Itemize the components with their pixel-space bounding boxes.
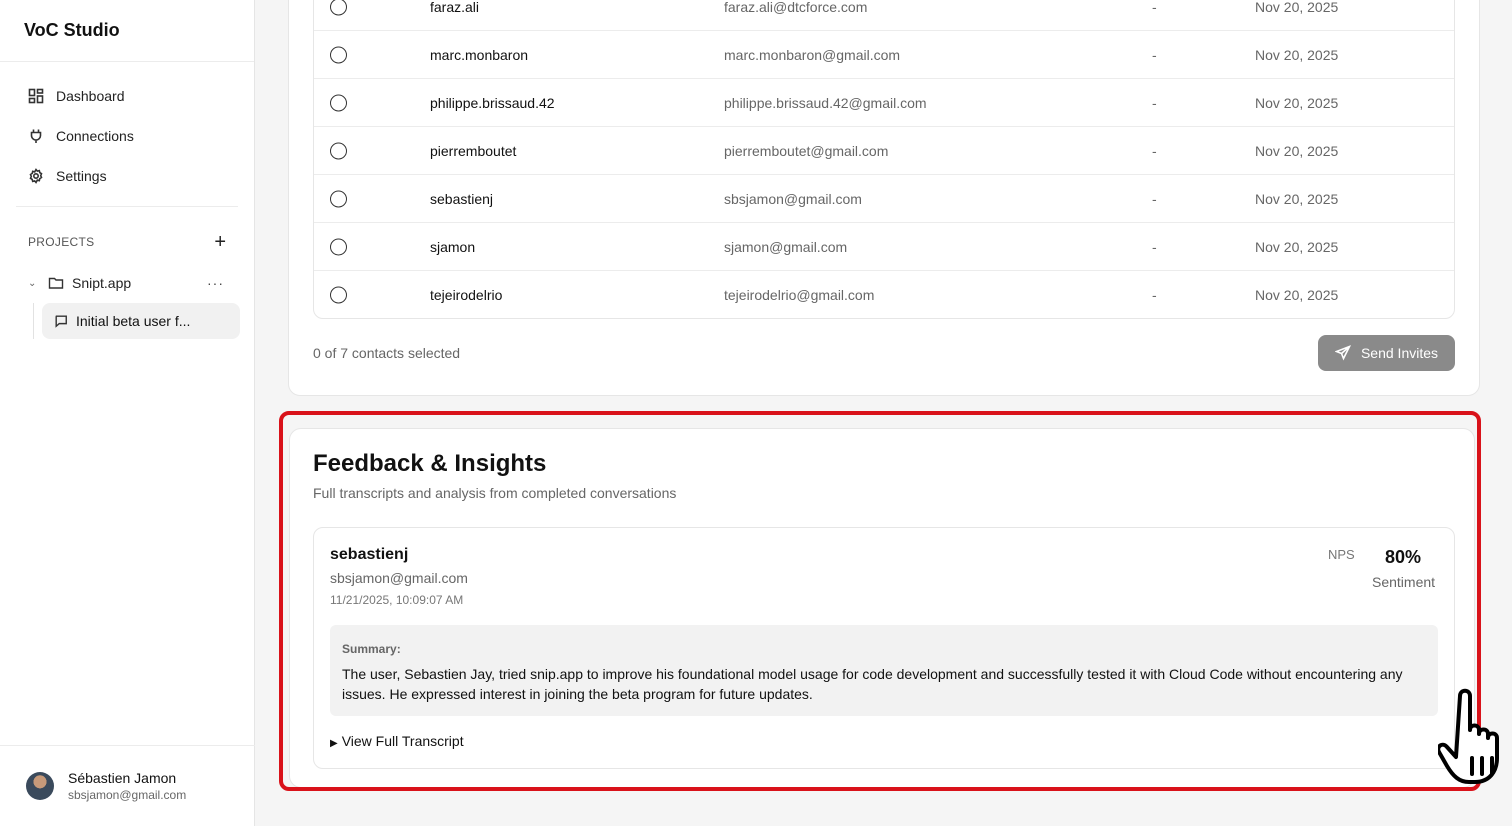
nav-label-connections: Connections [56,128,134,144]
hand-pointer-icon [1438,688,1499,784]
row-checkbox[interactable] [330,238,347,255]
table-row: sebastienj sbsjamon@gmail.com - Nov 20, … [314,175,1454,223]
contact-username: tejeirodelrio [430,287,503,303]
contacts-table: faraz.ali faraz.ali@dtcforce.com - Nov 2… [313,0,1455,319]
gear-icon [29,168,43,184]
contact-status: - [1152,0,1157,15]
table-row: philippe.brissaud.42 philippe.brissaud.4… [314,79,1454,127]
nav-label-dashboard: Dashboard [56,88,125,104]
projects-header: PROJECTS + [0,207,254,257]
folder-icon [48,277,64,289]
main-nav: Dashboard Connections Settings [16,62,238,207]
contact-status: - [1152,287,1157,303]
entry-timestamp: 11/21/2025, 10:09:07 AM [330,593,464,607]
row-checkbox[interactable] [330,46,347,63]
dashboard-icon [28,88,44,104]
contact-date: Nov 20, 2025 [1255,238,1339,255]
sentiment-label: Sentiment [1372,574,1436,590]
table-row: pierremboutet pierremboutet@gmail.com - … [314,127,1454,175]
send-icon [1334,345,1351,361]
campaign-item[interactable]: Initial beta user f... [42,303,240,339]
feedback-subtitle: Full transcripts and analysis from compl… [313,485,677,501]
nps-label: NPS [1328,547,1355,562]
nav-label-settings: Settings [56,168,107,184]
contact-email: marc.monbaron@gmail.com [724,46,901,63]
table-row: marc.monbaron marc.monbaron@gmail.com - … [314,31,1454,79]
contact-status: - [1152,46,1157,63]
contact-status: - [1152,142,1157,159]
contact-date: Nov 20, 2025 [1255,190,1339,207]
user-name: Sébastien Jamon [68,770,177,786]
nav-item-dashboard[interactable]: Dashboard [24,76,238,116]
table-row: tejeirodelrio tejeirodelrio@gmail.com - … [314,271,1454,318]
contact-username: sebastienj [430,190,494,207]
row-checkbox[interactable] [330,94,347,111]
send-invites-label: Send Invites [1360,345,1439,361]
nav-item-settings[interactable]: Settings [24,156,238,196]
selection-count: 0 of 7 contacts selected [313,345,461,361]
sentiment-value: 80% [1385,547,1422,567]
contact-date: Nov 20, 2025 [1255,142,1339,159]
feedback-title: Feedback & Insights [313,450,547,477]
contact-username: sjamon [430,238,476,255]
contact-email: sbsjamon@gmail.com [724,190,862,207]
table-row: sjamon sjamon@gmail.com - Nov 20, 2025 [314,223,1454,271]
project-menu-button[interactable]: ··· [207,275,224,291]
table-row: faraz.ali faraz.ali@dtcforce.com - Nov 2… [314,0,1454,31]
contact-email: sjamon@gmail.com [724,238,848,255]
row-checkbox[interactable] [330,0,347,15]
user-profile[interactable]: Sébastien Jamon sbsjamon@gmail.com [0,745,255,826]
contact-status: - [1152,190,1157,207]
chevron-down-icon[interactable]: ⌄ [28,278,48,289]
contact-date: Nov 20, 2025 [1255,94,1339,111]
contact-username: faraz.ali [430,0,480,15]
sidebar: VoC Studio Dashboard Connections Setting… [0,0,255,826]
contact-email: philippe.brissaud.42@gmail.com [724,94,927,111]
contact-date: Nov 20, 2025 [1255,0,1339,15]
contact-username: pierremboutet [430,142,517,159]
plug-icon [30,129,42,143]
user-email: sbsjamon@gmail.com [68,788,187,802]
app-title: VoC Studio [0,0,254,62]
send-invites-button[interactable]: Send Invites [1318,335,1455,371]
contact-email: tejeirodelrio@gmail.com [724,287,875,303]
contact-date: Nov 20, 2025 [1255,46,1339,63]
contact-date: Nov 20, 2025 [1255,287,1339,303]
campaign-label: Initial beta user f... [76,313,191,329]
entry-email: sbsjamon@gmail.com [330,570,468,586]
entry-username: sebastienj [330,546,409,563]
row-checkbox[interactable] [330,142,347,159]
disclosure-triangle-icon: ▶ [330,738,338,749]
view-transcript-label: View Full Transcript [341,733,464,749]
add-project-button[interactable]: + [214,232,226,252]
contact-status: - [1152,238,1157,255]
contact-username: philippe.brissaud.42 [430,94,555,111]
avatar [26,772,54,800]
projects-label: PROJECTS [28,235,95,249]
row-checkbox[interactable] [330,190,347,207]
contact-email: faraz.ali@dtcforce.com [724,0,868,15]
message-icon [55,315,67,328]
summary-text: The user, Sebastien Jay, tried snip.app … [342,666,1403,702]
project-name: Snipt.app [72,275,132,291]
summary-label: Summary: [342,642,401,656]
project-children: Initial beta user f... [33,303,240,339]
project-item-snipt[interactable]: ⌄ Snipt.app ··· [0,263,254,303]
contact-username: marc.monbaron [430,46,529,63]
contact-email: pierremboutet@gmail.com [724,142,889,159]
view-transcript-toggle[interactable]: ▶ View Full Transcript [330,733,464,749]
row-checkbox[interactable] [330,286,347,304]
contact-status: - [1152,94,1157,111]
nav-item-connections[interactable]: Connections [24,116,238,156]
